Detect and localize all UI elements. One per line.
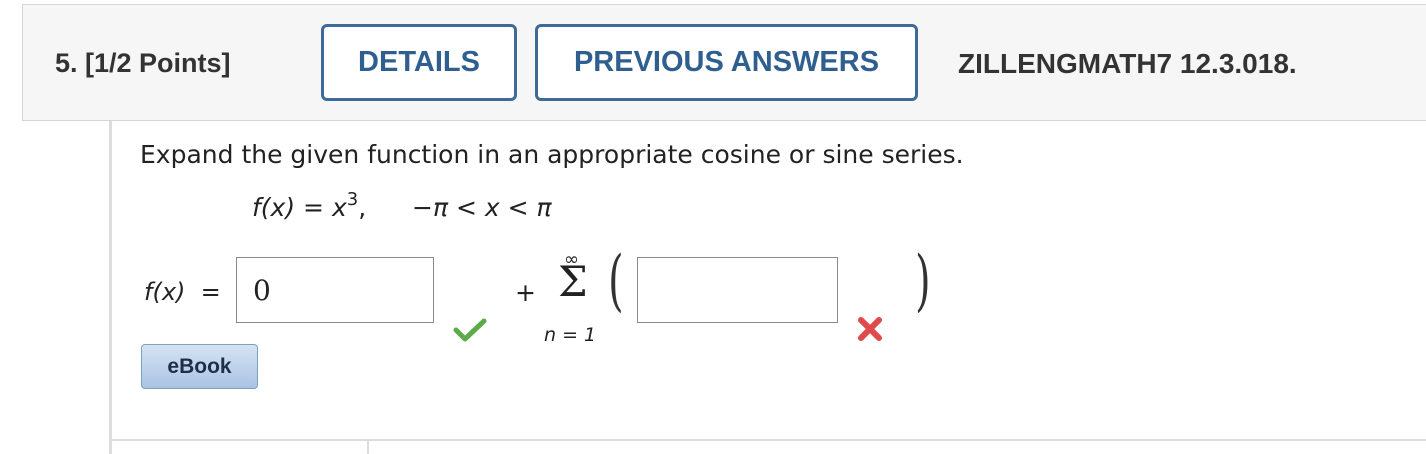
ebook-button[interactable]: eBook — [141, 344, 258, 389]
plus-sign: + — [515, 278, 536, 307]
domain-less-than-1: < — [448, 193, 485, 222]
question-prompt: Expand the given function in an appropri… — [140, 140, 964, 169]
right-parenthesis: ) — [915, 242, 931, 319]
question-code: ZILLENGMATH7 12.3.018. — [958, 48, 1297, 79]
content-left-border — [109, 121, 112, 454]
question-header: 5. [1/2 Points] DETAILS PREVIOUS ANSWERS… — [22, 4, 1426, 121]
domain-minus: − — [412, 193, 433, 222]
content-bottom-border — [112, 439, 1426, 441]
constant-term-input[interactable]: 0 — [236, 257, 434, 323]
checkmark-icon — [453, 317, 487, 347]
answer-fx-label: f(x) = — [144, 278, 221, 306]
function-lhs: f(x) = x — [252, 193, 347, 222]
question-number: 5. [1/2 Points] — [55, 48, 231, 78]
details-button[interactable]: DETAILS — [321, 24, 517, 101]
sigma-symbol: Σ — [558, 257, 588, 306]
domain-variable: x — [484, 193, 500, 222]
constant-term-value: 0 — [253, 273, 271, 307]
x-mark-icon — [856, 315, 884, 347]
series-term-input[interactable] — [637, 257, 838, 323]
left-parenthesis: ( — [608, 242, 624, 319]
function-domain: −π < x < π — [412, 193, 552, 222]
domain-pi-right: π — [536, 193, 552, 222]
domain-pi-left: π — [432, 193, 449, 222]
function-exponent: 3 — [346, 189, 359, 210]
previous-answers-button[interactable]: PREVIOUS ANSWERS — [535, 24, 918, 101]
content-divider — [367, 441, 369, 454]
domain-less-than-2: < — [499, 193, 537, 222]
given-function: f(x) = x3, — [252, 189, 367, 222]
function-comma: , — [358, 193, 367, 222]
sigma-lower-limit: n = 1 — [544, 324, 597, 346]
